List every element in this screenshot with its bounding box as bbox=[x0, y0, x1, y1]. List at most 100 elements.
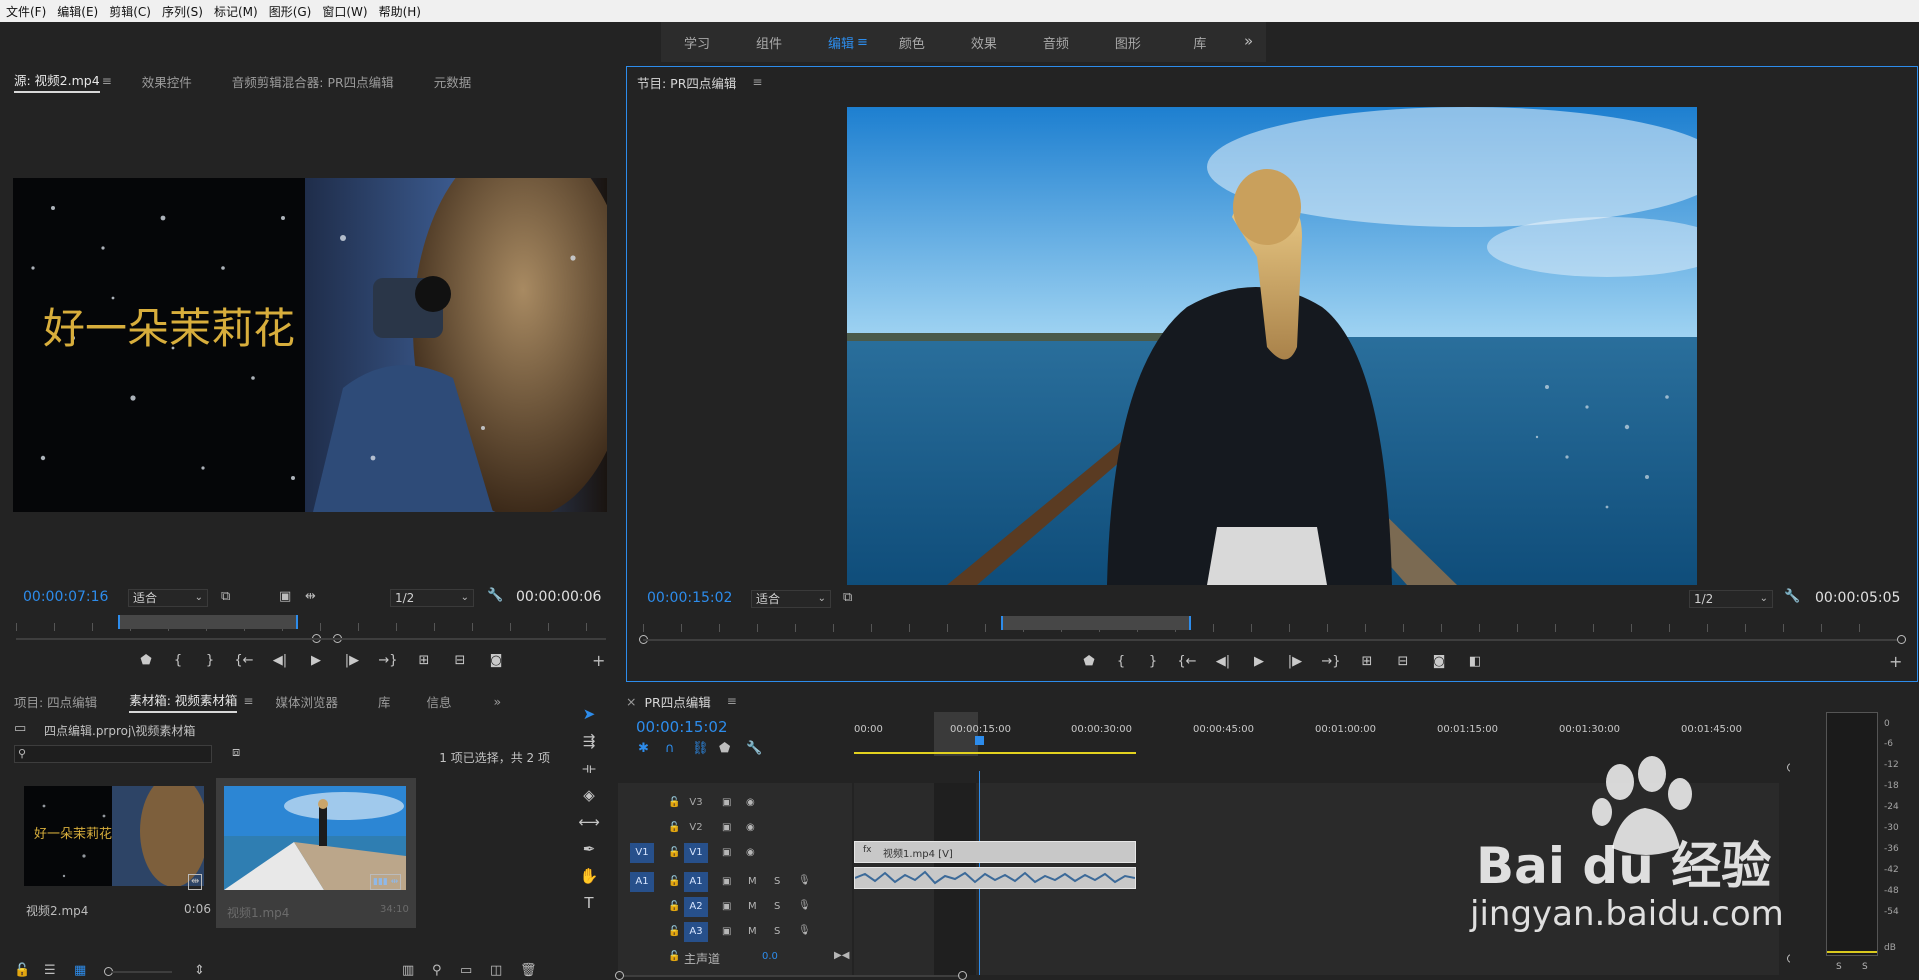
tab-bin[interactable]: 素材箱: 视频素材箱 bbox=[129, 690, 238, 713]
program-settings-wrench-icon[interactable]: 🔧 bbox=[1784, 590, 1800, 604]
new-item-icon[interactable]: ◫ bbox=[490, 964, 502, 978]
track-visibility-eye-icon[interactable]: ◉ bbox=[746, 797, 755, 808]
sync-lock-icon[interactable]: ▣ bbox=[722, 797, 731, 808]
program-scroll-handle-right[interactable] bbox=[1897, 635, 1906, 644]
track-label-v1[interactable]: V1 bbox=[684, 843, 708, 863]
mark-out-icon[interactable]: } bbox=[1137, 654, 1169, 669]
extract-icon[interactable]: ⊟ bbox=[1385, 654, 1421, 669]
insert-icon[interactable]: ⊞ bbox=[406, 653, 442, 668]
track-label-v2[interactable]: V2 bbox=[684, 818, 708, 838]
meter-solo-right-button[interactable]: S bbox=[1862, 962, 1868, 972]
menu-file[interactable]: 文件(F) bbox=[6, 3, 46, 20]
track-visibility-eye-icon[interactable]: ◉ bbox=[746, 847, 755, 858]
selection-tool-icon[interactable]: ➤ bbox=[578, 705, 600, 725]
track-lock-icon[interactable]: 🔓 bbox=[668, 797, 680, 808]
track-label-a1[interactable]: A1 bbox=[684, 872, 708, 892]
source-scrubber-track[interactable] bbox=[16, 638, 606, 640]
source-settings-wrench-icon[interactable]: 🔧 bbox=[487, 589, 503, 603]
solo-button[interactable]: S bbox=[774, 876, 780, 887]
razor-tool-icon[interactable]: ◈ bbox=[578, 786, 600, 806]
track-label-a2[interactable]: A2 bbox=[684, 897, 708, 917]
bin-item-video1-name[interactable]: 视频1.mp4 bbox=[227, 904, 289, 921]
sync-lock-icon[interactable]: ▣ bbox=[722, 926, 731, 937]
workspace-tab-assembly[interactable]: 组件 bbox=[733, 33, 805, 52]
thumbnail-zoom-track[interactable] bbox=[112, 971, 172, 973]
program-time-ruler[interactable] bbox=[643, 624, 1897, 632]
linked-selection-icon[interactable]: ⛓ bbox=[692, 742, 709, 756]
bin-item-video2-name[interactable]: 视频2.mp4 bbox=[26, 902, 88, 919]
add-marker-icon[interactable]: ⬟ bbox=[719, 742, 730, 756]
workspace-overflow-icon[interactable]: » bbox=[1244, 32, 1253, 50]
program-button-editor-plus-icon[interactable]: + bbox=[1889, 654, 1902, 670]
step-back-icon[interactable]: ◀| bbox=[262, 653, 298, 668]
project-search-input[interactable]: ⚲ bbox=[14, 745, 212, 763]
source-zoom-range[interactable] bbox=[118, 615, 298, 629]
menu-markers[interactable]: 标记(M) bbox=[214, 3, 258, 20]
tab-effect-controls[interactable]: 效果控件 bbox=[142, 72, 192, 91]
meter-solo-left-button[interactable]: S bbox=[1836, 962, 1842, 972]
hand-tool-icon[interactable]: ✋ bbox=[578, 867, 600, 887]
tab-program-menu-icon[interactable]: ≡ bbox=[752, 75, 762, 89]
menu-edit[interactable]: 编辑(E) bbox=[57, 3, 98, 20]
workspace-menu-icon[interactable]: ≡ bbox=[857, 35, 868, 50]
type-tool-icon[interactable]: T bbox=[578, 894, 600, 914]
tab-info[interactable]: 信息 bbox=[426, 692, 451, 711]
timeline-hscroll-right[interactable] bbox=[958, 971, 967, 980]
pen-tool-icon[interactable]: ✒ bbox=[578, 840, 600, 860]
tab-libraries[interactable]: 库 bbox=[378, 692, 391, 711]
voice-over-mic-icon[interactable]: 🎙 bbox=[798, 875, 811, 886]
track-lock-icon[interactable]: 🔓 bbox=[668, 876, 680, 887]
track-visibility-eye-icon[interactable]: ◉ bbox=[746, 822, 755, 833]
overwrite-icon[interactable]: ⊟ bbox=[442, 653, 478, 668]
panel-overflow-icon[interactable]: » bbox=[493, 694, 501, 709]
source-patch-a1[interactable]: A1 bbox=[630, 872, 654, 892]
track-lock-icon[interactable]: 🔓 bbox=[668, 847, 680, 858]
mute-button[interactable]: M bbox=[748, 876, 757, 887]
snap-magnet-icon[interactable]: ∩ bbox=[665, 742, 675, 756]
program-zoom-range[interactable] bbox=[1001, 616, 1191, 630]
go-to-out-icon[interactable]: →} bbox=[1313, 654, 1349, 669]
sync-lock-icon[interactable]: ▣ bbox=[722, 901, 731, 912]
menu-help[interactable]: 帮助(H) bbox=[379, 3, 421, 20]
tab-metadata[interactable]: 元数据 bbox=[434, 72, 472, 91]
timeline-playhead-timecode[interactable]: 00:00:15:02 bbox=[636, 718, 728, 736]
mark-out-icon[interactable]: } bbox=[194, 653, 226, 668]
go-to-in-icon[interactable]: {← bbox=[1169, 654, 1205, 669]
timeline-hscroll-track[interactable] bbox=[624, 975, 960, 977]
mute-button[interactable]: M bbox=[748, 901, 757, 912]
track-select-tool-icon[interactable]: ⇶ bbox=[578, 732, 600, 752]
go-to-out-icon[interactable]: →} bbox=[370, 653, 406, 668]
lift-icon[interactable]: ⊞ bbox=[1349, 654, 1385, 669]
comparison-view-icon[interactable]: ◧ bbox=[1457, 654, 1493, 669]
ripple-edit-tool-icon[interactable]: ⟛ bbox=[578, 759, 600, 779]
sort-icon[interactable]: ⇕ bbox=[194, 964, 205, 978]
play-icon[interactable]: ▶ bbox=[298, 653, 334, 668]
bin-item-video2[interactable]: 好一朵茉莉花 bbox=[24, 786, 204, 886]
export-frame-camera-icon[interactable]: ◙ bbox=[1421, 654, 1457, 669]
workspace-tab-audio[interactable]: 音频 bbox=[1020, 33, 1092, 52]
tab-source-menu-icon[interactable]: ≡ bbox=[102, 74, 112, 88]
voice-over-mic-icon[interactable]: 🎙 bbox=[798, 900, 811, 911]
menu-graphics[interactable]: 图形(G) bbox=[269, 3, 312, 20]
tab-source[interactable]: 源: 视频2.mp4 bbox=[14, 70, 100, 93]
track-lock-icon[interactable]: 🔓 bbox=[668, 822, 680, 833]
source-video-frame[interactable]: 好一朵茉莉花 bbox=[13, 178, 607, 512]
find-icon[interactable]: ⚲ bbox=[432, 964, 442, 978]
go-to-end-icon[interactable]: ▶◀ bbox=[834, 950, 849, 961]
source-insert-icon[interactable]: ▣ bbox=[279, 590, 291, 604]
master-volume-value[interactable]: 0.0 bbox=[762, 951, 778, 962]
workspace-tab-effects[interactable]: 效果 bbox=[948, 33, 1020, 52]
program-playhead-timecode[interactable]: 00:00:15:02 bbox=[647, 590, 732, 606]
source-drag-video-icon[interactable]: ⇹ bbox=[305, 590, 316, 604]
timeline-ruler[interactable]: 00:00 00:00:15:00 00:00:30:00 00:00:45:0… bbox=[854, 712, 1744, 756]
tab-audio-clip-mixer[interactable]: 音频剪辑混合器: PR四点编辑 bbox=[232, 72, 394, 91]
track-label-v3[interactable]: V3 bbox=[684, 793, 708, 813]
tab-media-browser[interactable]: 媒体浏览器 bbox=[275, 692, 338, 711]
step-forward-icon[interactable]: |▶ bbox=[334, 653, 370, 668]
source-safe-margins-icon[interactable]: ⧉ bbox=[221, 590, 230, 604]
menu-sequence[interactable]: 序列(S) bbox=[162, 3, 203, 20]
lock-icon[interactable]: 🔓 bbox=[14, 964, 30, 978]
program-safe-margins-icon[interactable]: ⧉ bbox=[843, 591, 852, 605]
source-patch-v1[interactable]: V1 bbox=[630, 843, 654, 863]
icon-view-icon[interactable]: ▦ bbox=[74, 964, 86, 978]
